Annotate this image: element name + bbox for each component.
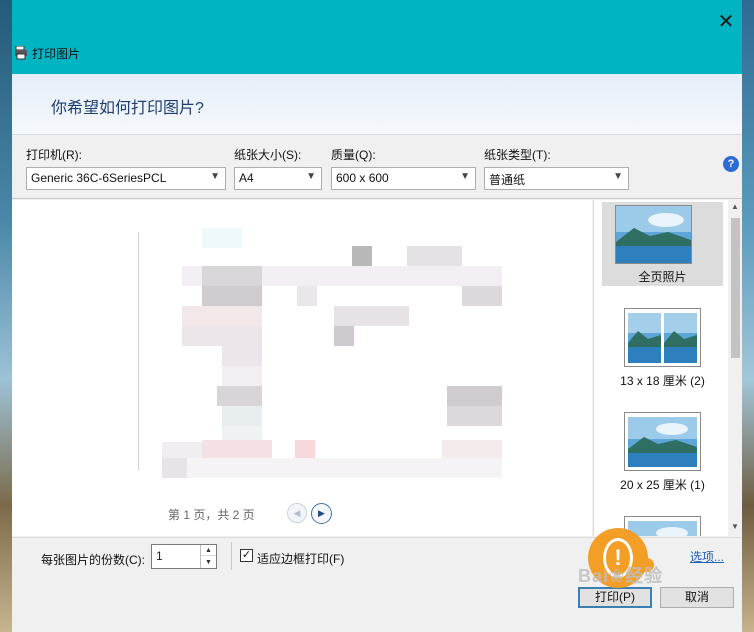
chevron-down-icon: ▼ [210, 171, 220, 182]
layout-thumbnail [624, 308, 701, 367]
fit-frame-label[interactable]: 适应边框打印(F) [257, 550, 344, 567]
previous-page-button[interactable]: ◀ [287, 503, 307, 523]
paper-size-select[interactable]: A4 ▼ [234, 167, 322, 190]
fit-frame-checkbox[interactable]: ✓ [240, 549, 253, 562]
desktop-background-right [742, 0, 754, 632]
printer-label: 打印机(R): [26, 148, 82, 162]
header-question: 你希望如何打印图片? [51, 100, 204, 117]
chevron-down-icon: ▼ [613, 171, 623, 182]
quality-label: 质量(Q): [331, 148, 376, 162]
desktop-background-left [0, 0, 12, 632]
layout-scrollbar[interactable]: ▲ ▼ [728, 200, 742, 536]
preview-image [162, 228, 502, 478]
printer-select[interactable]: Generic 36C-6SeriesPCL ▼ [26, 167, 226, 190]
landscape-photo-icon [628, 417, 697, 467]
print-preview-pane: 第 1 页，共 2 页 ◀ ▶ [12, 200, 592, 536]
print-button[interactable]: 打印(P) [578, 587, 652, 608]
title-bar: ✕ 打印图片 [12, 0, 742, 74]
copies-input[interactable]: 1 [156, 549, 163, 563]
layout-option-20x25[interactable]: 20 x 25 厘米 (1) [602, 410, 723, 494]
scrollbar-thumb[interactable] [731, 218, 740, 358]
next-page-button[interactable]: ▶ [311, 503, 332, 524]
help-icon[interactable]: ? [723, 156, 739, 172]
printer-select-value: Generic 36C-6SeriesPCL [31, 171, 167, 185]
layout-caption: 20 x 25 厘米 (1) [620, 478, 705, 492]
scroll-down-arrow-icon[interactable]: ▼ [728, 522, 742, 534]
stepper-up-icon[interactable]: ▲ [201, 545, 216, 556]
paper-size-label: 纸张大小(S): [234, 148, 302, 162]
stepper-buttons: ▲ ▼ [200, 545, 216, 568]
copies-stepper[interactable]: 1 ▲ ▼ [151, 544, 217, 569]
paper-type-label: 纸张类型(T): [484, 148, 551, 162]
chevron-down-icon: ▼ [306, 171, 316, 182]
cancel-button[interactable]: 取消 [660, 587, 734, 608]
page-edge [138, 232, 139, 470]
page-indicator: 第 1 页，共 2 页 [168, 508, 255, 522]
portrait-photo-icon [664, 313, 697, 363]
printer-icon [15, 46, 27, 60]
layout-option-13x18[interactable]: 13 x 18 厘米 (2) [602, 306, 723, 390]
close-button[interactable]: ✕ [714, 10, 738, 34]
paper-type-select-value: 普通纸 [489, 173, 526, 187]
quality-select[interactable]: 600 x 600 ▼ [331, 167, 476, 190]
paper-size-select-value: A4 [239, 171, 254, 185]
stepper-down-icon[interactable]: ▼ [201, 557, 216, 568]
print-settings-bar: 打印机(R): Generic 36C-6SeriesPCL ▼ 纸张大小(S)… [12, 135, 742, 199]
layout-option-full-page[interactable]: 全页照片 [602, 202, 723, 286]
layout-list: 全页照片 13 x 18 厘米 (2) 20 x 25 厘米 (1) [593, 200, 742, 536]
divider [231, 542, 232, 570]
layout-thumbnail [624, 412, 701, 471]
layout-caption: 全页照片 [638, 270, 687, 284]
layout-caption: 13 x 18 厘米 (2) [620, 374, 705, 388]
landscape-photo-icon [616, 206, 691, 263]
chevron-down-icon: ▼ [460, 171, 470, 182]
scroll-up-arrow-icon[interactable]: ▲ [728, 202, 742, 214]
copies-label: 每张图片的份数(C): [41, 553, 145, 567]
window-title: 打印图片 [32, 47, 81, 61]
quality-select-value: 600 x 600 [336, 171, 389, 185]
landscape-photo-icon [628, 521, 697, 536]
watermark-text: Bai❀经验 [578, 566, 664, 586]
portrait-photo-icon [628, 313, 661, 363]
layout-thumbnail [615, 205, 692, 264]
dialog-header: 你希望如何打印图片? [12, 74, 742, 135]
paper-type-select[interactable]: 普通纸 ▼ [484, 167, 629, 190]
options-link[interactable]: 选项... [690, 548, 724, 565]
